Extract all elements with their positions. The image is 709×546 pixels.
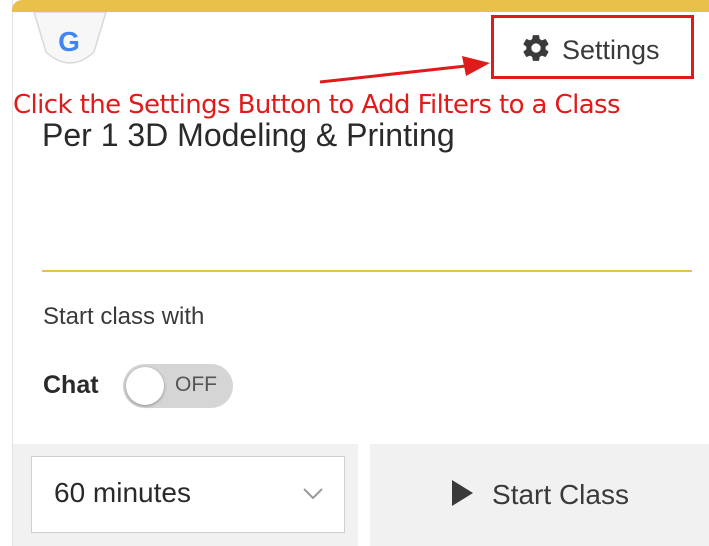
chat-label: Chat — [43, 371, 99, 399]
play-icon — [450, 479, 474, 512]
duration-value: 60 minutes — [54, 477, 191, 508]
annotation-text: Click the Settings Button to Add Filters… — [13, 90, 621, 120]
chevron-down-icon — [302, 487, 324, 506]
class-title: Per 1 3D Modeling & Printing — [42, 117, 455, 153]
start-class-label: Start Class — [492, 479, 629, 510]
duration-select[interactable]: 60 minutes — [31, 456, 345, 533]
toggle-state-label: OFF — [175, 373, 217, 396]
start-class-with-label: Start class with — [43, 303, 205, 330]
divider — [42, 270, 692, 272]
start-class-button[interactable]: Start Class — [370, 444, 709, 546]
footer-separator — [358, 444, 370, 546]
toggle-knob — [126, 367, 164, 405]
chat-toggle[interactable]: OFF — [123, 364, 233, 408]
